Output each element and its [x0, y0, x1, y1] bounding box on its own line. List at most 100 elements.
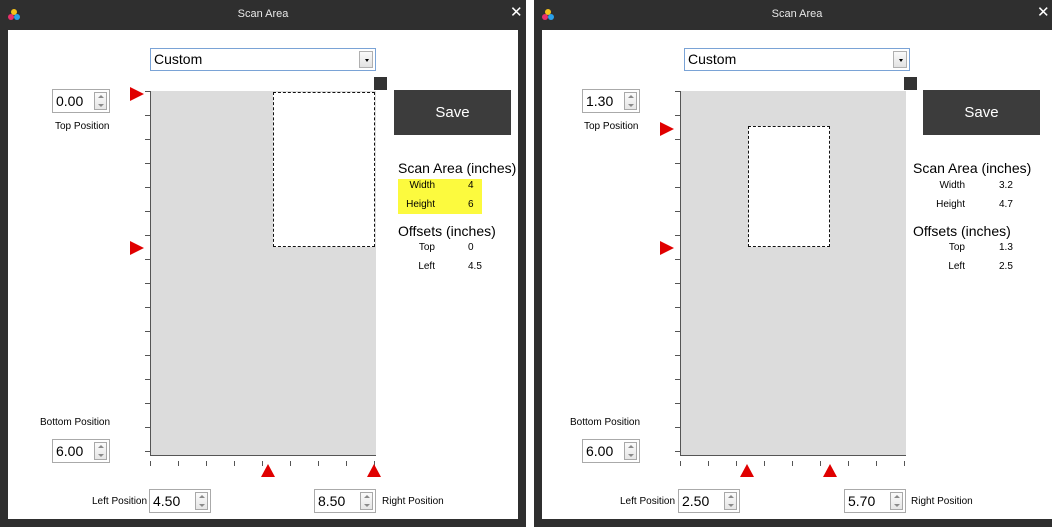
- left-position-input[interactable]: 4.50: [149, 489, 211, 513]
- offset-left-value: 2.5: [999, 261, 1013, 272]
- offset-left-label: Left: [418, 261, 435, 272]
- left-position-label: Left Position: [620, 496, 676, 507]
- ruler-tick: [145, 211, 150, 212]
- chevron-down-icon[interactable]: [893, 51, 907, 68]
- close-icon[interactable]: ✕: [1037, 5, 1050, 20]
- right-position-label: Right Position: [911, 496, 973, 507]
- top-position-label: Top Position: [55, 121, 110, 132]
- bottom-position-input[interactable]: 6.00: [582, 439, 640, 463]
- width-label: Width: [939, 180, 965, 191]
- chevron-down-icon[interactable]: [359, 51, 373, 68]
- ruler-tick: [708, 461, 709, 466]
- width-label: Width: [409, 180, 435, 191]
- preset-dropdown[interactable]: Custom: [150, 48, 376, 71]
- ruler-tick: [764, 461, 765, 466]
- bottom-marker-icon[interactable]: [660, 241, 674, 255]
- offset-top-value: 1.3: [999, 242, 1013, 253]
- ruler-tick: [792, 461, 793, 466]
- spinner-arrows-icon[interactable]: [360, 492, 373, 510]
- ruler-tick: [675, 139, 680, 140]
- left-position-input[interactable]: 2.50: [678, 489, 740, 513]
- ruler-tick: [904, 461, 905, 466]
- close-icon[interactable]: ✕: [510, 5, 523, 20]
- ruler-tick: [145, 115, 150, 116]
- window-title: Scan Area: [237, 8, 289, 20]
- offset-top-label: Top: [948, 242, 965, 253]
- height-label: Height: [936, 199, 965, 210]
- title-bar: Scan Area ✕: [534, 0, 1052, 30]
- scan-area-rectangle[interactable]: [273, 92, 375, 247]
- ruler-tick: [680, 461, 681, 466]
- dialog-content: Custom 1.30 Top Position Bottom Position…: [542, 30, 1052, 519]
- spinner-arrows-icon[interactable]: [890, 492, 903, 510]
- ruler-tick: [675, 451, 680, 452]
- spinner-arrows-icon[interactable]: [94, 92, 107, 110]
- height-value: 6: [468, 199, 474, 210]
- resize-handle-icon[interactable]: [904, 77, 917, 90]
- ruler-tick: [736, 461, 737, 466]
- left-position-value: 2.50: [682, 493, 710, 509]
- right-position-input[interactable]: 8.50: [314, 489, 376, 513]
- ruler-tick: [675, 283, 680, 284]
- top-position-input[interactable]: 1.30: [582, 89, 640, 113]
- offsets-heading: Offsets (inches): [913, 223, 1011, 239]
- bottom-position-label: Bottom Position: [570, 417, 641, 428]
- right-marker-icon[interactable]: [367, 464, 381, 477]
- ruler-tick: [290, 461, 291, 466]
- right-marker-icon[interactable]: [823, 464, 837, 477]
- spinner-arrows-icon[interactable]: [624, 92, 637, 110]
- scan-area-heading: Scan Area (inches): [913, 160, 1032, 176]
- ruler-tick: [145, 403, 150, 404]
- top-position-value: 1.30: [586, 93, 614, 109]
- ruler-tick: [145, 259, 150, 260]
- ruler-tick: [675, 163, 680, 164]
- top-position-value: 0.00: [56, 93, 84, 109]
- ruler-tick: [675, 307, 680, 308]
- scan-area-rectangle[interactable]: [748, 126, 830, 247]
- left-position-label: Left Position: [92, 496, 148, 507]
- scan-preview[interactable]: [680, 91, 906, 456]
- spinner-arrows-icon[interactable]: [195, 492, 208, 510]
- ruler-tick: [675, 403, 680, 404]
- ruler-tick: [675, 235, 680, 236]
- ruler-tick: [318, 461, 319, 466]
- save-button[interactable]: Save: [923, 90, 1040, 135]
- ruler-tick: [145, 235, 150, 236]
- offset-left-label: Left: [948, 261, 965, 272]
- ruler-tick: [820, 461, 821, 466]
- width-value: 4: [468, 180, 474, 191]
- spinner-arrows-icon[interactable]: [624, 442, 637, 460]
- offset-top-label: Top: [418, 242, 435, 253]
- ruler-tick: [145, 139, 150, 140]
- top-marker-icon[interactable]: [130, 87, 144, 101]
- left-marker-icon[interactable]: [740, 464, 754, 477]
- spinner-arrows-icon[interactable]: [94, 442, 107, 460]
- left-marker-icon[interactable]: [261, 464, 275, 477]
- bottom-position-input[interactable]: 6.00: [52, 439, 110, 463]
- right-position-input[interactable]: 5.70: [844, 489, 906, 513]
- ruler-tick: [145, 355, 150, 356]
- scan-preview[interactable]: [150, 91, 376, 456]
- ruler-tick: [346, 461, 347, 466]
- ruler-tick: [145, 331, 150, 332]
- bottom-marker-icon[interactable]: [130, 241, 144, 255]
- right-position-label: Right Position: [382, 496, 444, 507]
- ruler-tick: [145, 451, 150, 452]
- offsets-heading: Offsets (inches): [398, 223, 496, 239]
- save-button[interactable]: Save: [394, 90, 511, 135]
- bottom-position-value: 6.00: [586, 443, 614, 459]
- preset-dropdown[interactable]: Custom: [684, 48, 910, 71]
- top-position-input[interactable]: 0.00: [52, 89, 110, 113]
- ruler-tick: [145, 307, 150, 308]
- resize-handle-icon[interactable]: [374, 77, 387, 90]
- preset-value: Custom: [154, 51, 203, 67]
- ruler-tick: [145, 283, 150, 284]
- ruler-tick: [675, 355, 680, 356]
- spinner-arrows-icon[interactable]: [724, 492, 737, 510]
- height-value: 4.7: [999, 199, 1013, 210]
- ruler-tick: [178, 461, 179, 466]
- window-title: Scan Area: [771, 8, 823, 20]
- ruler-tick: [848, 461, 849, 466]
- scan-area-dialog-2: Scan Area ✕ Custom 1.30 Top Position Bot…: [534, 0, 1052, 527]
- top-marker-icon[interactable]: [660, 122, 674, 136]
